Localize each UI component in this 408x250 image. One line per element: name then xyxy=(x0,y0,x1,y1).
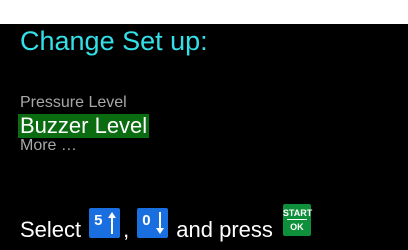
ok-key-label: OK xyxy=(290,222,304,232)
menu-item-more[interactable]: More … xyxy=(20,136,149,156)
start-ok-key-button[interactable]: START OK xyxy=(282,204,313,236)
key-divider xyxy=(286,219,307,220)
comma-text: , xyxy=(123,217,130,242)
select-text: Select xyxy=(20,217,82,242)
setup-menu: Pressure Level Buzzer Level More … xyxy=(18,92,150,156)
and-press-text: and press xyxy=(176,217,273,242)
top-blank-area xyxy=(0,0,408,24)
screen-title: Change Set up: xyxy=(20,26,208,56)
start-key-label: START xyxy=(282,208,313,218)
menu-item-buzzer-level[interactable]: Buzzer Level xyxy=(18,114,150,138)
arrow-up-icon xyxy=(108,212,117,234)
menu-item-pressure-level[interactable]: Pressure Level xyxy=(20,92,149,114)
up-key-digit: 5 xyxy=(94,212,103,229)
device-screen: Change Set up: Pressure Level Buzzer Lev… xyxy=(0,24,408,250)
instruction-line: Select 5 , 0 and press START OK xyxy=(20,202,313,242)
down-key-digit: 0 xyxy=(142,212,151,229)
arrow-down-icon xyxy=(156,212,165,234)
down-key-button[interactable]: 0 xyxy=(137,208,169,238)
up-key-button[interactable]: 5 xyxy=(89,208,121,238)
